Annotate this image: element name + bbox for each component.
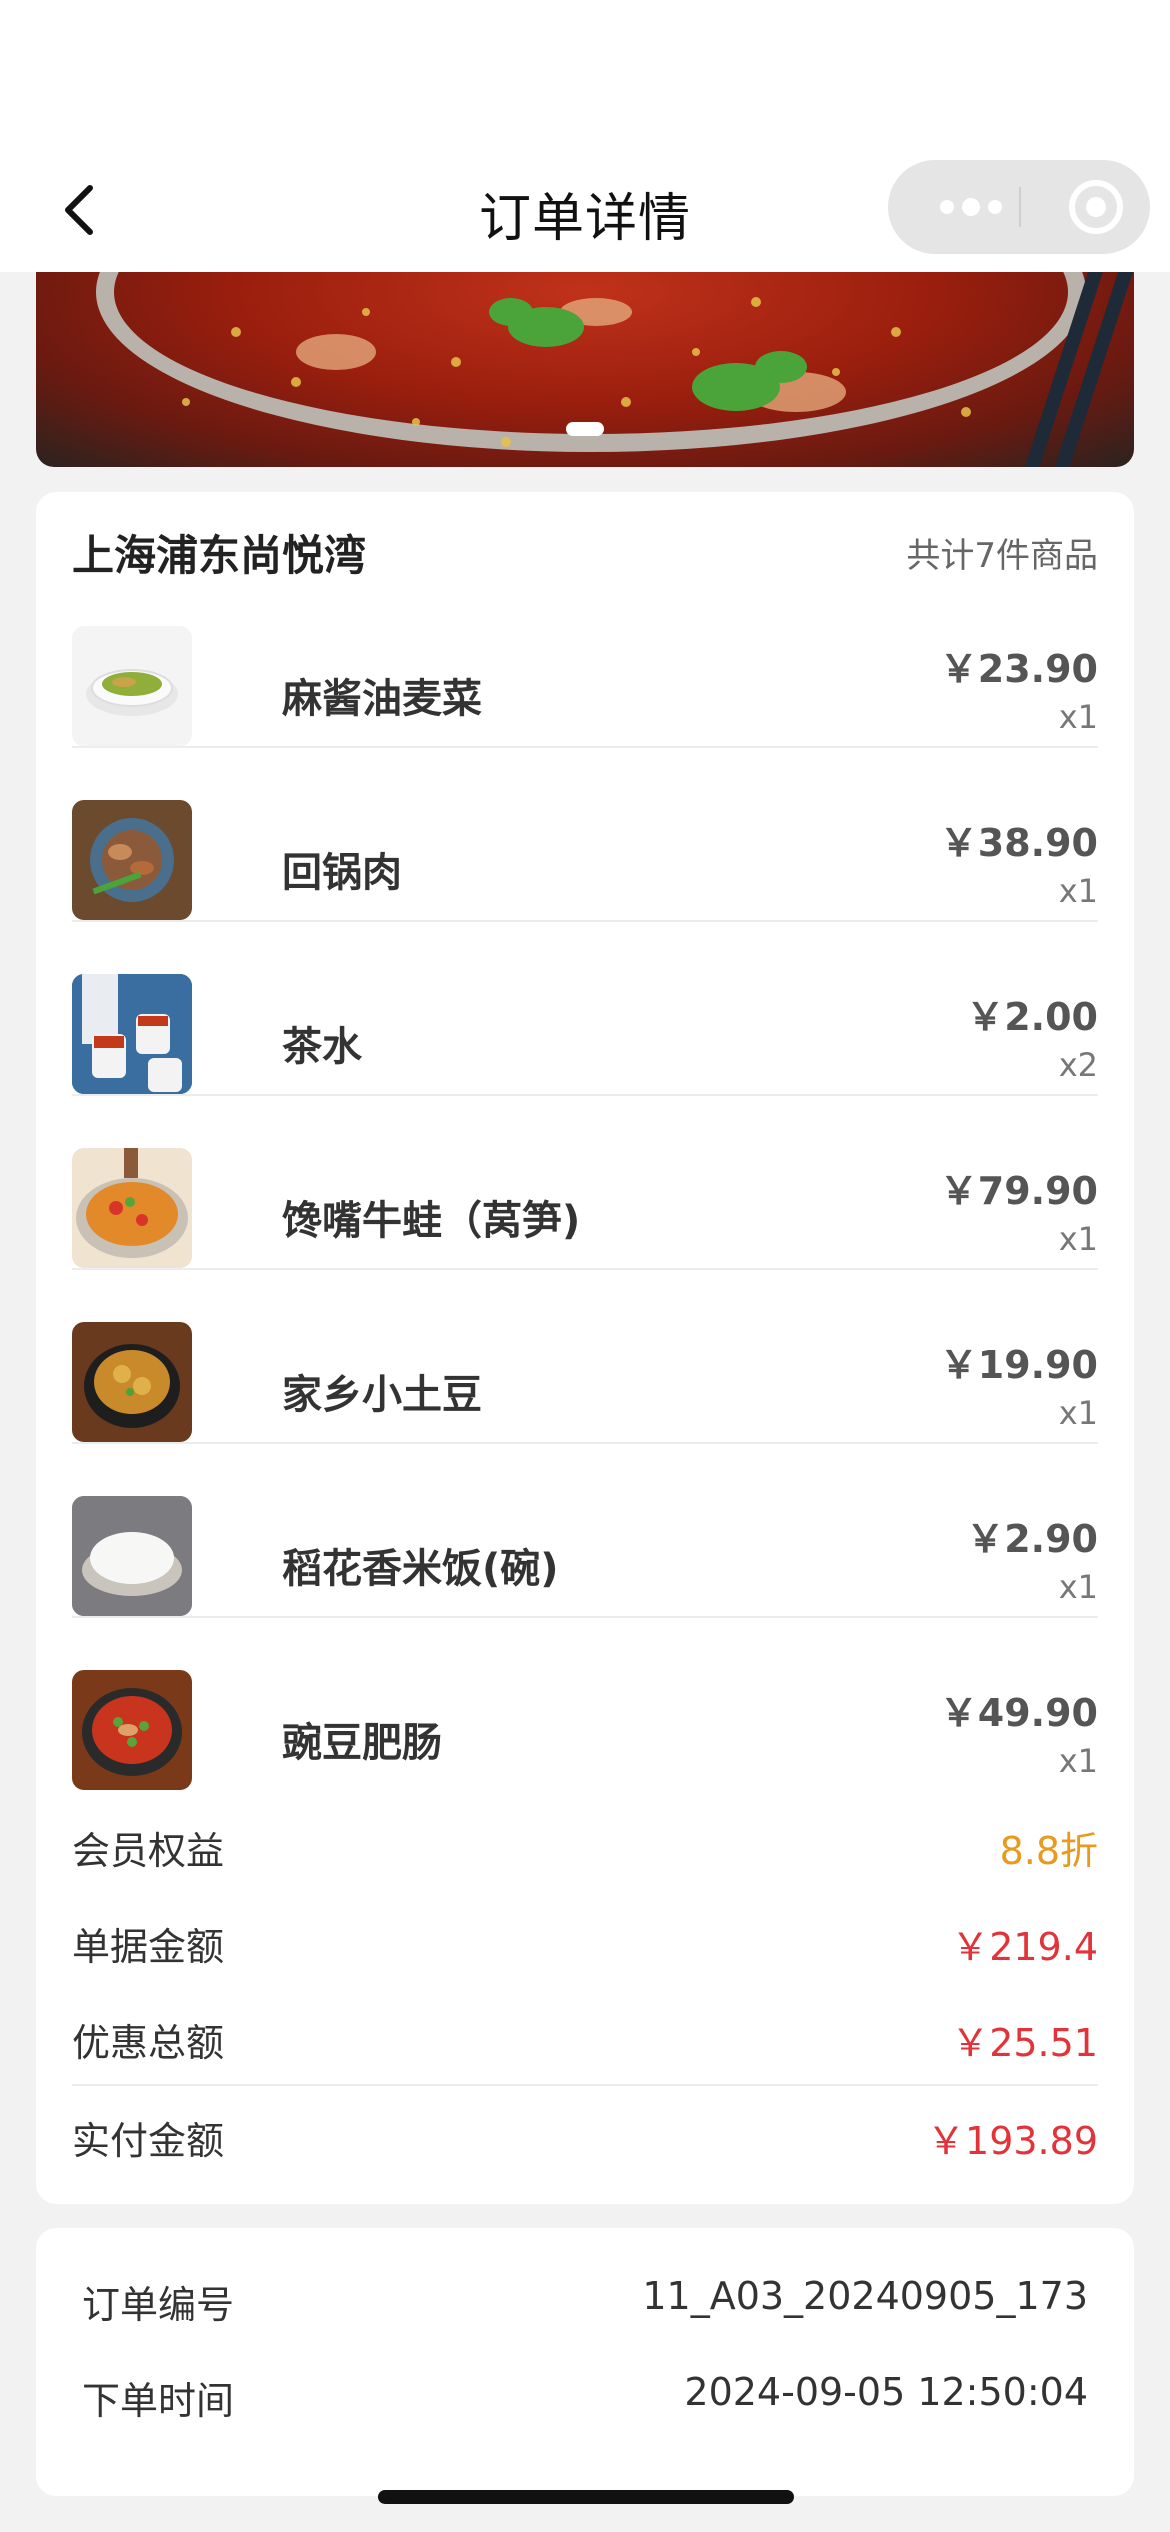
list-item: 稻花香米饭(碗) ￥2.90 x1: [72, 1442, 1098, 1618]
dish-name: 馋嘴牛蛙（莴笋): [282, 1198, 581, 1244]
discount-total-label: 优惠总额: [72, 2021, 225, 2065]
dish-quantity: x1: [1058, 1568, 1098, 1606]
paid-amount-value: ￥193.89: [927, 2119, 1098, 2163]
dish-quantity: x2: [1058, 1046, 1098, 1084]
order-number-label: 订单编号: [82, 2283, 235, 2327]
list-item: 麻酱油麦菜 ￥23.90 x1: [72, 572, 1098, 748]
close-mini-program-button[interactable]: [1056, 160, 1136, 254]
dish-thumbnail: [72, 800, 192, 920]
list-item: 馋嘴牛蛙（莴笋) ￥79.90 x1: [72, 1094, 1098, 1270]
dish-price: ￥23.90: [939, 647, 1098, 691]
dish-name: 家乡小土豆: [282, 1372, 482, 1418]
dish-price: ￥2.00: [966, 995, 1098, 1039]
list-item: 茶水 ￥2.00 x2: [72, 920, 1098, 1096]
paid-amount-label: 实付金额: [72, 2119, 225, 2163]
dish-thumbnail: [72, 974, 192, 1094]
dish-thumbnail: [72, 1148, 192, 1268]
dish-quantity: x1: [1058, 698, 1098, 736]
order-info-card: 订单编号 11_A03_20240905_173 下单时间 2024-09-05…: [36, 2228, 1134, 2496]
bill-amount-row: 单据金额 ￥219.4: [72, 1892, 1098, 1988]
dish-name: 豌豆肥肠: [282, 1720, 442, 1766]
dish-price: ￥49.90: [939, 1691, 1098, 1735]
dish-price: ￥19.90: [939, 1343, 1098, 1387]
discount-total-row: 优惠总额 ￥25.51: [72, 1988, 1098, 2084]
dish-name: 茶水: [282, 1024, 362, 1070]
item-count: 共计7件商品: [906, 536, 1098, 576]
dish-thumbnail: [72, 1496, 192, 1616]
member-benefit-value: 8.8折: [999, 1829, 1098, 1873]
dish-quantity: x1: [1058, 1220, 1098, 1258]
member-benefit-label: 会员权益: [72, 1829, 225, 1873]
paid-amount-row: 实付金额 ￥193.89: [72, 2084, 1098, 2182]
mini-program-capsule: [888, 160, 1150, 254]
order-number-row: 订单编号 11_A03_20240905_173: [82, 2252, 1088, 2348]
list-item: 回锅肉 ￥38.90 x1: [72, 746, 1098, 922]
more-dots-icon: [940, 198, 1002, 216]
dish-name: 稻花香米饭(碗): [282, 1546, 559, 1592]
home-indicator[interactable]: [378, 2490, 794, 2504]
order-time-row: 下单时间 2024-09-05 12:50:04: [82, 2348, 1088, 2444]
dish-quantity: x1: [1058, 1742, 1098, 1780]
member-benefit-row: 会员权益 8.8折: [72, 1796, 1098, 1892]
order-number-value: 11_A03_20240905_173: [642, 2274, 1088, 2318]
capsule-divider: [1019, 187, 1021, 227]
dish-name: 麻酱油麦菜: [282, 676, 482, 722]
bill-amount-label: 单据金额: [72, 1925, 225, 1969]
more-button[interactable]: [926, 160, 1016, 254]
status-bar: [0, 0, 1170, 150]
banner-image[interactable]: [36, 272, 1134, 467]
bill-amount-value: ￥219.4: [951, 1925, 1098, 1969]
dish-thumbnail: [72, 1670, 192, 1790]
dish-quantity: x1: [1058, 1394, 1098, 1432]
banner-food-decoration: [182, 272, 1134, 467]
dish-price: ￥2.90: [966, 1517, 1098, 1561]
dish-thumbnail: [72, 1322, 192, 1442]
dish-name: 回锅肉: [282, 850, 402, 896]
order-time-label: 下单时间: [82, 2379, 235, 2423]
order-card: 上海浦东尚悦湾 共计7件商品 麻酱油麦菜 ￥23.90 x1 回锅肉 ￥38.9…: [36, 492, 1134, 2204]
dish-price: ￥38.90: [939, 821, 1098, 865]
discount-total-value: ￥25.51: [951, 2021, 1098, 2065]
dish-thumbnail: [72, 626, 192, 746]
list-item: 家乡小土豆 ￥19.90 x1: [72, 1268, 1098, 1444]
dish-price: ￥79.90: [939, 1169, 1098, 1213]
navigation-bar: 订单详情: [0, 150, 1170, 272]
target-circle-icon: [1069, 180, 1123, 234]
order-time-value: 2024-09-05 12:50:04: [684, 2370, 1088, 2414]
list-item: 豌豆肥肠 ￥49.90 x1: [72, 1616, 1098, 1790]
carousel-indicator: [566, 422, 604, 436]
dish-quantity: x1: [1058, 872, 1098, 910]
